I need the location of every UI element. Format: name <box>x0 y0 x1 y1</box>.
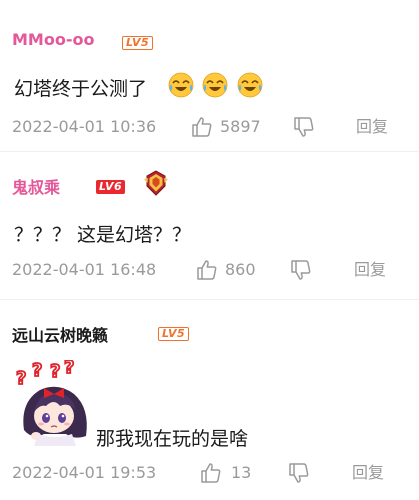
comment-timestamp: 2022-04-01 10:36 <box>12 117 157 136</box>
reply-button[interactable]: 回复 <box>354 258 386 282</box>
comment-timestamp: 2022-04-01 19:53 <box>12 463 157 482</box>
reply-button[interactable]: 回复 <box>352 461 384 485</box>
comment-text: ？？？ 这是幻塔？？ <box>14 224 192 246</box>
crying-laughing-emoji-icon <box>237 72 263 98</box>
thumbs-up-icon <box>197 260 217 280</box>
comment-username[interactable]: 远山云树晚籁 <box>12 322 108 346</box>
like-button[interactable]: 860 <box>195 258 265 282</box>
level-badge: LV5 <box>158 327 190 341</box>
svg-text:?: ? <box>64 360 74 378</box>
level-badge: LV6 <box>96 180 126 194</box>
comment-text: 幻塔终于公测了 <box>14 78 148 100</box>
comment-item: MMoo-oo LV5 幻塔终于公测了 2022-04-01 10:36 589… <box>0 0 419 152</box>
like-count: 860 <box>225 260 256 279</box>
svg-text:?: ? <box>32 360 42 381</box>
like-button[interactable]: 5897 <box>190 115 270 139</box>
reply-button[interactable]: 回复 <box>356 115 388 139</box>
thumbs-down-icon[interactable] <box>292 115 316 139</box>
comment-meta: 2022-04-01 19:53 13 回复 <box>0 461 419 485</box>
comment-username[interactable]: 鬼叔乘 <box>12 174 60 198</box>
comment-text: 那我现在玩的是啥 <box>96 428 249 450</box>
svg-text:?: ? <box>16 368 26 389</box>
crying-laughing-emoji-icon <box>202 72 228 98</box>
thumbs-up-icon <box>201 463 221 483</box>
like-count: 13 <box>231 463 252 482</box>
comment-item: 远山云树晚籁 LV5 ? ? ? ? 那我现在玩的是啥 2022-04-01 1… <box>0 300 419 500</box>
comment-meta: 2022-04-01 16:48 860 回复 <box>0 258 419 282</box>
crying-laughing-emoji-icon <box>168 72 194 98</box>
comment-meta: 2022-04-01 10:36 5897 回复 <box>0 115 419 139</box>
confused-anime-girl-sticker: ? ? ? ? <box>15 360 87 446</box>
medal-icon <box>144 170 168 196</box>
thumbs-up-icon <box>192 117 212 137</box>
like-count: 5897 <box>220 117 261 136</box>
comment-item: 鬼叔乘 LV6 ？？？ 这是幻塔？？ 2022-04-01 16:48 860 <box>0 152 419 300</box>
thumbs-down-icon[interactable] <box>287 461 311 485</box>
comment-timestamp: 2022-04-01 16:48 <box>12 260 157 279</box>
level-badge: LV5 <box>122 36 154 50</box>
like-button[interactable]: 13 <box>199 461 259 485</box>
comment-list: MMoo-oo LV5 幻塔终于公测了 2022-04-01 10:36 589… <box>0 0 419 500</box>
comment-username[interactable]: MMoo-oo <box>12 30 94 49</box>
svg-text:?: ? <box>50 361 60 382</box>
thumbs-down-icon[interactable] <box>289 258 313 282</box>
